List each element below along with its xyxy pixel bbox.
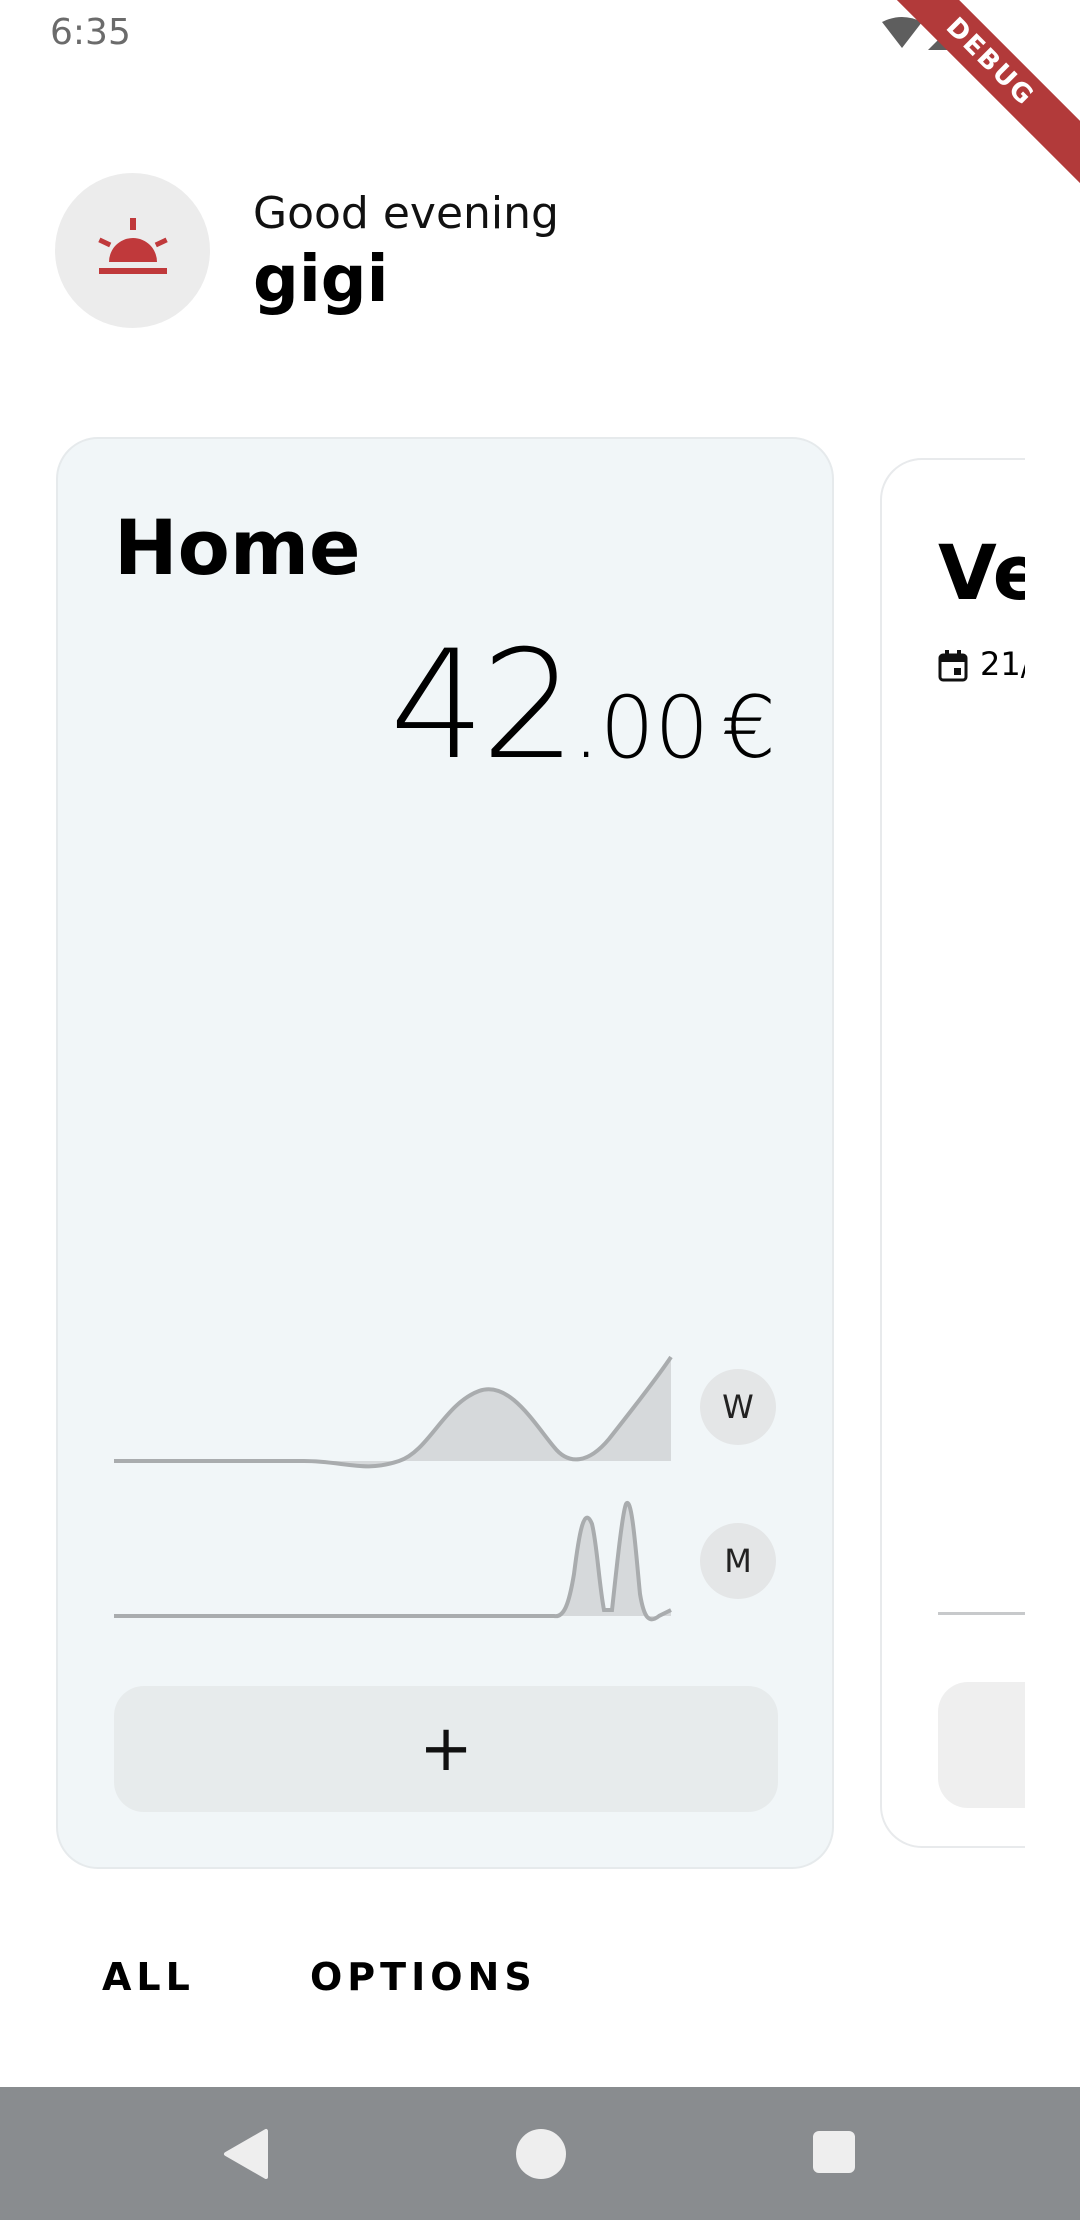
amount-decimal: .00: [572, 678, 710, 778]
card-date-text: 21/: [980, 645, 1025, 683]
monthly-trend-graph: [114, 1500, 672, 1622]
period-badge-week[interactable]: W: [700, 1369, 776, 1445]
tab-all[interactable]: ALL: [102, 1955, 195, 1999]
add-transaction-button[interactable]: [938, 1682, 1025, 1808]
siren-alarm-icon: [98, 218, 168, 274]
account-card-home[interactable]: Home 42.00 € W M +: [56, 437, 834, 1869]
card-title: Home: [114, 503, 361, 592]
calendar-icon: [938, 650, 968, 682]
currency-symbol: €: [721, 678, 776, 778]
weekly-trend-graph: [114, 1355, 673, 1469]
system-nav-bar: [0, 2087, 1080, 2220]
card-title: Ve: [938, 528, 1025, 617]
avatar[interactable]: [55, 173, 210, 328]
account-card-next[interactable]: Ve 21/: [880, 458, 1025, 1848]
greeting-text: Good evening: [253, 188, 559, 239]
back-triangle-icon[interactable]: [222, 2127, 270, 2181]
balance-amount: 42.00 €: [390, 619, 776, 793]
tab-options[interactable]: OPTIONS: [310, 1955, 537, 1999]
trend-line: [938, 1612, 1025, 1615]
bottom-tabs: ALL OPTIONS: [0, 1955, 1080, 2015]
period-badge-month[interactable]: M: [700, 1523, 776, 1599]
card-date: 21/: [938, 645, 1025, 683]
status-time: 6:35: [50, 12, 131, 53]
next-card-peek: Ve 21/: [880, 440, 1025, 1880]
add-transaction-button[interactable]: +: [114, 1686, 778, 1812]
username: gigi: [253, 243, 389, 317]
recents-square-icon[interactable]: [813, 2131, 855, 2173]
amount-integer: 42: [389, 619, 577, 793]
home-circle-icon[interactable]: [516, 2129, 566, 2179]
